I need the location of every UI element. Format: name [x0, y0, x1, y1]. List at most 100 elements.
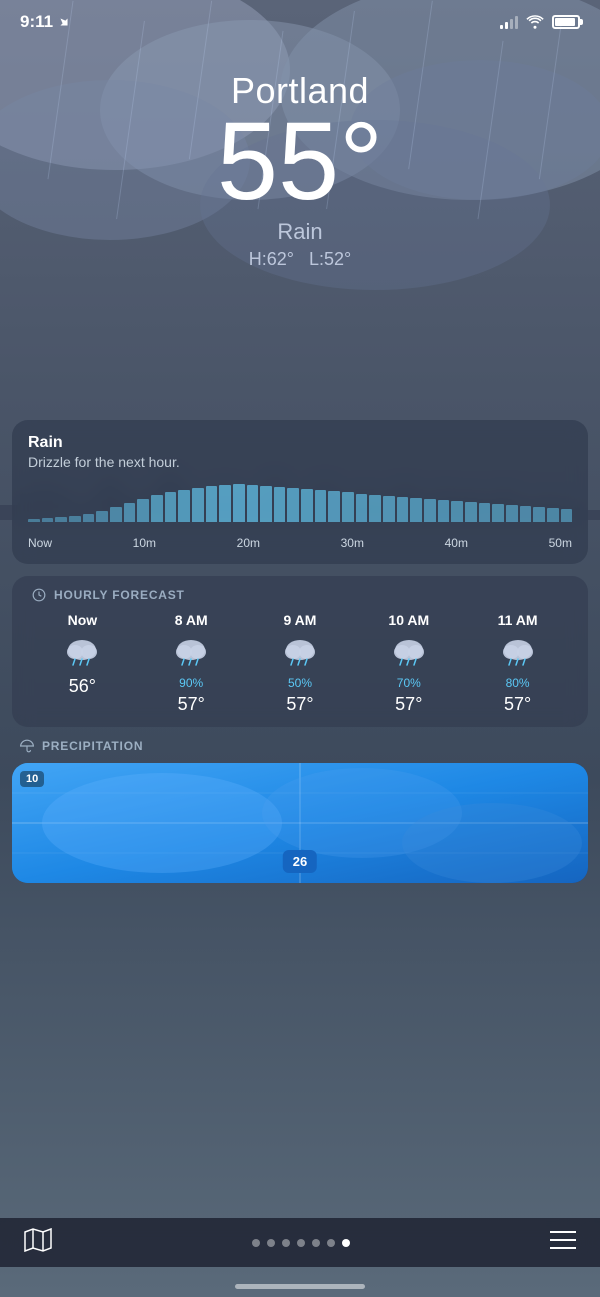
tab-dots	[252, 1239, 350, 1247]
chart-labels: Now 10m 20m 30m 40m 50m	[28, 536, 572, 550]
chart-bar	[260, 486, 272, 522]
chart-label-now: Now	[28, 536, 52, 550]
hour-item-9am: 9 AM 50% 57°	[246, 612, 355, 715]
chart-bar	[315, 490, 327, 522]
hour-temp-9am: 57°	[286, 694, 313, 715]
time-display: 9:11	[20, 12, 53, 32]
hour-item-10am: 10 AM 70% 57°	[354, 612, 463, 715]
home-indicator	[235, 1284, 365, 1289]
cloud-rain-10am	[390, 637, 428, 667]
tab-dot-3[interactable]	[282, 1239, 290, 1247]
weather-main: Portland 55° Rain H:62° L:52°	[0, 40, 600, 270]
hour-temp-now: 56°	[69, 676, 96, 697]
hour-precip-9am: 50%	[288, 676, 312, 690]
battery-icon	[552, 15, 580, 29]
tab-dot-4[interactable]	[297, 1239, 305, 1247]
tab-dot-2[interactable]	[267, 1239, 275, 1247]
chart-bar	[479, 503, 491, 522]
chart-bar	[465, 502, 477, 522]
hourly-section-label: HOURLY FORECAST	[54, 588, 185, 602]
umbrella-icon	[20, 739, 34, 753]
chart-bar	[547, 508, 559, 522]
chart-bars	[28, 482, 572, 522]
chart-bar	[192, 488, 204, 522]
hour-icon-8am	[171, 632, 211, 672]
map-button[interactable]	[24, 1228, 52, 1257]
hi-lo: H:62° L:52°	[0, 249, 600, 270]
map-route-badge-26: 26	[283, 850, 317, 873]
hour-item-now: Now 56°	[28, 612, 137, 697]
hour-label-now: Now	[68, 612, 98, 628]
chart-bar	[520, 506, 532, 522]
rain-card-title: Rain	[28, 434, 572, 452]
chart-bar	[383, 496, 395, 522]
chart-bar	[137, 499, 149, 522]
chart-bar	[356, 494, 368, 523]
hour-item-8am: 8 AM 90% 57°	[137, 612, 246, 715]
temperature: 55°	[0, 107, 600, 217]
status-bar: 9:11	[0, 0, 600, 40]
chart-bar	[124, 503, 136, 522]
chart-bar	[274, 487, 286, 522]
chart-bar	[533, 507, 545, 522]
hour-icon-9am	[280, 632, 320, 672]
location-arrow-icon	[58, 16, 70, 28]
tab-dot-5[interactable]	[312, 1239, 320, 1247]
hour-temp-8am: 57°	[178, 694, 205, 715]
chart-bar	[151, 495, 163, 522]
hourly-section-header: HOURLY FORECAST	[28, 588, 572, 602]
chart-bar	[397, 497, 409, 522]
chart-bar	[110, 507, 122, 522]
precipitation-map-card[interactable]: 10 26	[12, 763, 588, 883]
signal-bars	[500, 15, 518, 29]
hour-label-10am: 10 AM	[388, 612, 429, 628]
chart-bar	[410, 498, 422, 522]
hour-temp-11am: 57°	[504, 694, 531, 715]
chart-bar	[328, 491, 340, 522]
hour-item-11am: 11 AM 80% 57°	[463, 612, 572, 715]
rain-card: Rain Drizzle for the next hour. Now 10m …	[12, 420, 588, 564]
hour-precip-8am: 90%	[179, 676, 203, 690]
list-icon	[550, 1229, 576, 1251]
chart-bar	[206, 486, 218, 522]
chart-bar	[424, 499, 436, 522]
clock-icon	[32, 588, 46, 602]
precip-section-header: PRECIPITATION	[16, 739, 588, 753]
hour-precip-11am: 80%	[506, 676, 530, 690]
low-temp: L:52°	[309, 249, 351, 269]
map-icon	[24, 1228, 52, 1252]
precip-section-label: PRECIPITATION	[42, 739, 143, 753]
hour-temp-10am: 57°	[395, 694, 422, 715]
chart-bar	[178, 490, 190, 522]
hour-label-11am: 11 AM	[498, 612, 538, 628]
hour-precip-10am: 70%	[397, 676, 421, 690]
high-temp: H:62°	[249, 249, 294, 269]
tab-dot-7-active[interactable]	[342, 1239, 350, 1247]
chart-bar	[28, 519, 40, 522]
chart-label-10m: 10m	[133, 536, 156, 550]
tab-dot-6[interactable]	[327, 1239, 335, 1247]
cloud-rain-now	[63, 637, 101, 667]
precipitation-section: PRECIPITATION	[12, 739, 588, 883]
chart-label-30m: 30m	[341, 536, 364, 550]
wifi-icon	[526, 15, 544, 29]
chart-bar	[165, 492, 177, 522]
chart-bar	[83, 514, 95, 522]
cloud-rain-9am	[281, 637, 319, 667]
chart-bar	[301, 489, 313, 522]
content-panel: Rain Drizzle for the next hour. Now 10m …	[0, 420, 600, 883]
hour-label-9am: 9 AM	[284, 612, 317, 628]
map-badge-10: 10	[20, 771, 44, 787]
tab-dot-1[interactable]	[252, 1239, 260, 1247]
condition: Rain	[0, 219, 600, 245]
hour-icon-now	[62, 632, 102, 672]
chart-label-20m: 20m	[237, 536, 260, 550]
chart-bar	[451, 501, 463, 522]
tab-bar	[0, 1218, 600, 1267]
chart-bar	[438, 500, 450, 522]
list-button[interactable]	[550, 1229, 576, 1256]
chart-bar	[342, 492, 354, 522]
rain-card-subtitle: Drizzle for the next hour.	[28, 454, 572, 470]
hour-icon-10am	[389, 632, 429, 672]
chart-label-50m: 50m	[549, 536, 572, 550]
